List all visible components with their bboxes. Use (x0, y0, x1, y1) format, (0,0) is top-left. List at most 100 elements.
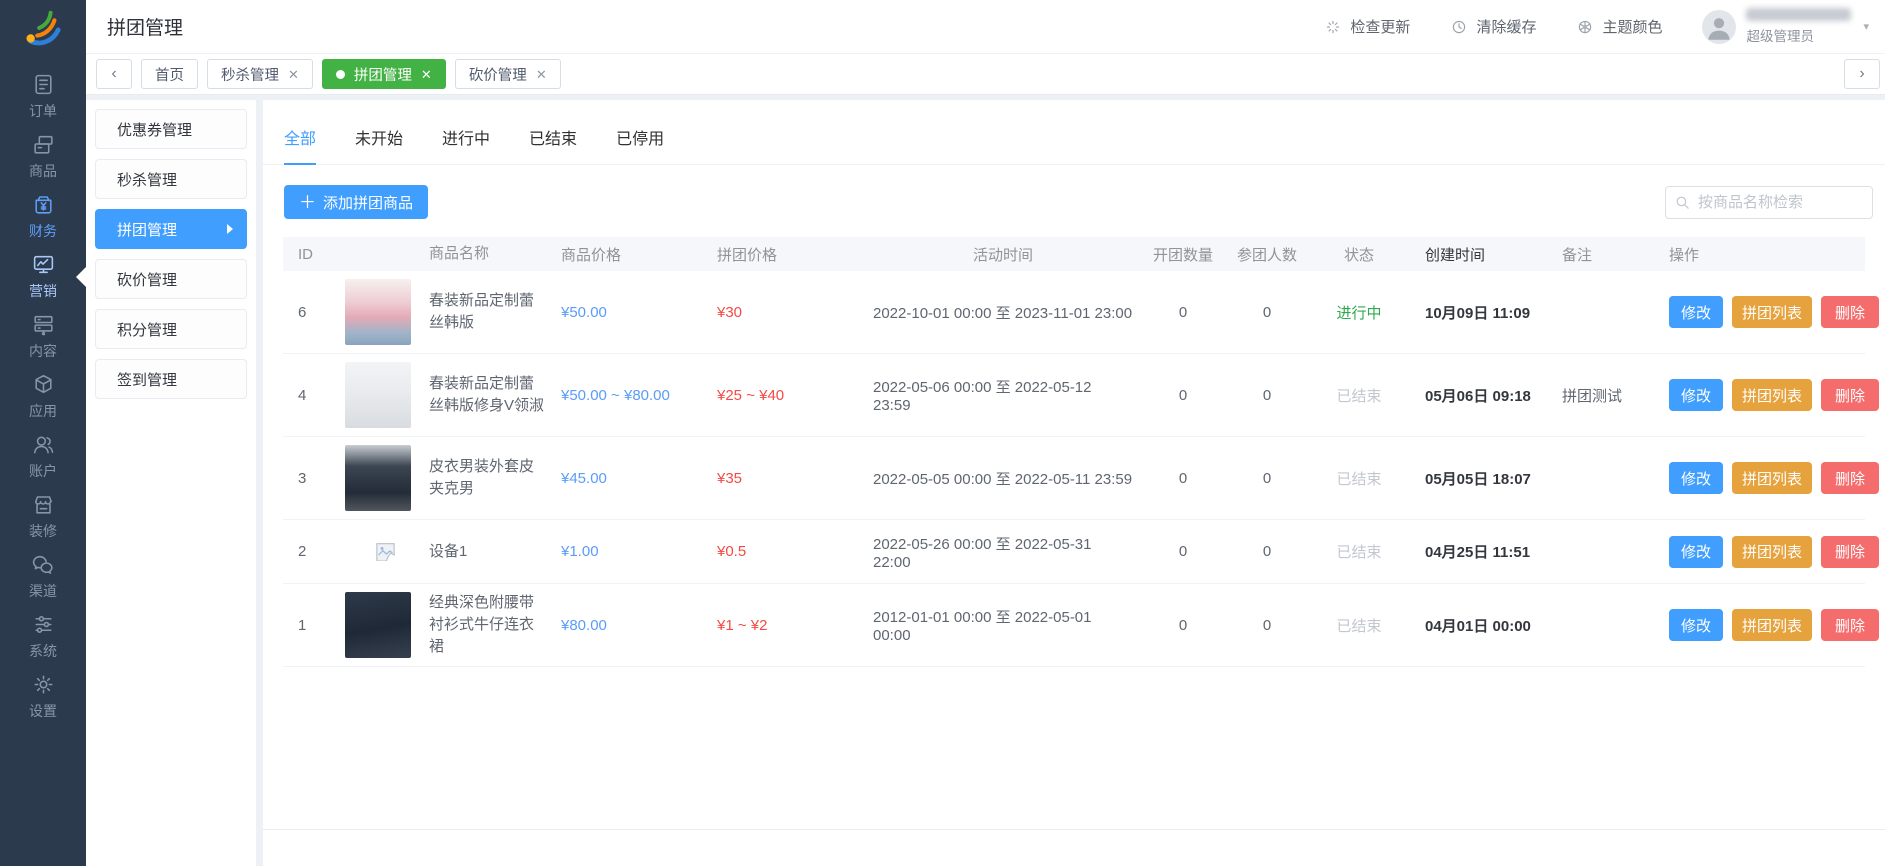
sidebar-item-应用[interactable]: 应用 (0, 366, 86, 426)
topbar-action-label: 主题颜色 (1602, 16, 1662, 37)
user-name-redacted (1746, 8, 1851, 21)
cell-status: 已结束 (1309, 385, 1409, 406)
bottom-divider (263, 829, 1885, 830)
column-header: 操作 (1655, 244, 1865, 265)
filter-tab-已停用[interactable]: 已停用 (616, 125, 664, 164)
search-input[interactable] (1665, 186, 1873, 219)
cell-group-price: ¥30 (717, 304, 873, 321)
settings-icon (31, 672, 56, 697)
sidebar-item-系统[interactable]: 系统 (0, 606, 86, 666)
cell-thumbnail (341, 542, 429, 561)
sidebar-item-label: 内容 (29, 341, 57, 361)
cell-thumbnail (341, 445, 429, 511)
filter-tab-已结束[interactable]: 已结束 (529, 125, 577, 164)
cell-join-count: 0 (1225, 304, 1309, 321)
sidebar-item-设置[interactable]: 设置 (0, 666, 86, 726)
cell-open-count: 0 (1141, 387, 1225, 404)
sidebar-item-商品[interactable]: 商品 (0, 126, 86, 186)
row-action-拼团列表-button[interactable]: 拼团列表 (1732, 609, 1812, 641)
user-menu[interactable]: 超级管理员▾ (1702, 8, 1869, 45)
row-action-拼团列表-button[interactable]: 拼团列表 (1732, 296, 1812, 328)
cell-thumbnail (341, 592, 429, 658)
row-action-删除-button[interactable]: 删除 (1821, 296, 1879, 328)
topbar-action-check-update[interactable]: 检查更新 (1324, 16, 1410, 37)
clock-icon (1450, 18, 1468, 36)
submenu-panel: 优惠券管理秒杀管理拼团管理砍价管理积分管理签到管理 (86, 100, 256, 866)
row-action-修改-button[interactable]: 修改 (1669, 462, 1723, 494)
row-action-修改-button[interactable]: 修改 (1669, 379, 1723, 411)
cell-actions: 修改拼团列表删除 (1655, 462, 1865, 494)
page-tab-label: 拼团管理 (354, 64, 412, 85)
submenu-item-优惠券管理[interactable]: 优惠券管理 (95, 109, 247, 149)
row-action-删除-button[interactable]: 删除 (1821, 536, 1879, 568)
cell-created-time: 10月09日 11:09 (1409, 302, 1545, 323)
sidebar-item-财务[interactable]: 财务 (0, 186, 86, 246)
row-action-修改-button[interactable]: 修改 (1669, 609, 1723, 641)
cell-activity-time: 2022-10-01 00:00 至 2023-11-01 23:00 (873, 302, 1141, 323)
submenu-item-label: 秒杀管理 (117, 169, 177, 190)
cell-product-price: ¥45.00 (561, 470, 717, 487)
user-role: 超级管理员 (1746, 25, 1851, 45)
cell-created-time: 04月01日 00:00 (1409, 615, 1545, 636)
sidebar-item-订单[interactable]: 订单 (0, 66, 86, 126)
tabs-scroll-left-button[interactable]: ‹ (96, 59, 132, 89)
user-meta: 超级管理员 (1746, 8, 1851, 45)
cell-activity-time: 2022-05-26 00:00 至 2022-05-31 22:00 (873, 533, 1141, 571)
sidebar-item-label: 系统 (29, 641, 57, 661)
submenu-item-label: 签到管理 (117, 369, 177, 390)
row-action-拼团列表-button[interactable]: 拼团列表 (1732, 462, 1812, 494)
groupbuy-table: ID商品名称商品价格拼团价格活动时间开团数量参团人数状态创建时间备注操作 6春装… (283, 237, 1865, 667)
submenu-item-秒杀管理[interactable]: 秒杀管理 (95, 159, 247, 199)
add-groupbuy-product-button[interactable]: ＋ 添加拼团商品 (284, 185, 428, 219)
sidebar-item-装修[interactable]: 装修 (0, 486, 86, 546)
filter-tab-未开始[interactable]: 未开始 (355, 125, 403, 164)
apps-icon (31, 372, 56, 397)
topbar-action-clear-cache[interactable]: 清除缓存 (1450, 16, 1536, 37)
page-tab-砍价管理[interactable]: 砍价管理✕ (455, 59, 561, 89)
topbar-action-theme-color[interactable]: 主题颜色 (1576, 16, 1662, 37)
cell-product-name: 春装新品定制蕾丝韩版 (429, 290, 561, 334)
product-thumbnail-broken (375, 542, 396, 561)
column-header: 参团人数 (1225, 244, 1309, 265)
sidebar-item-内容[interactable]: 内容 (0, 306, 86, 366)
filter-tab-全部[interactable]: 全部 (284, 125, 316, 164)
row-action-删除-button[interactable]: 删除 (1821, 609, 1879, 641)
status-filter-tabs: 全部未开始进行中已结束已停用 (263, 100, 1885, 165)
app-logo[interactable] (0, 0, 86, 54)
close-icon[interactable]: ✕ (421, 68, 432, 81)
row-action-修改-button[interactable]: 修改 (1669, 296, 1723, 328)
content-icon (31, 312, 56, 337)
cell-id: 2 (283, 543, 341, 560)
row-action-修改-button[interactable]: 修改 (1669, 536, 1723, 568)
submenu-item-签到管理[interactable]: 签到管理 (95, 359, 247, 399)
theme-icon (1576, 18, 1594, 36)
sidebar-item-账户[interactable]: 账户 (0, 426, 86, 486)
submenu-item-砍价管理[interactable]: 砍价管理 (95, 259, 247, 299)
page-tab-秒杀管理[interactable]: 秒杀管理✕ (207, 59, 313, 89)
close-icon[interactable]: ✕ (288, 68, 299, 81)
column-header: 备注 (1545, 244, 1655, 265)
table-row-id-6: 6春装新品定制蕾丝韩版¥50.00¥302022-10-01 00:00 至 2… (283, 271, 1865, 354)
sidebar-item-渠道[interactable]: 渠道 (0, 546, 86, 606)
cell-group-price: ¥1 ~ ¥2 (717, 617, 873, 634)
page-tab-拼团管理[interactable]: 拼团管理 ✕ (322, 59, 446, 89)
tabs-scroll-right-button[interactable]: › (1844, 59, 1880, 89)
row-action-删除-button[interactable]: 删除 (1821, 462, 1879, 494)
row-action-拼团列表-button[interactable]: 拼团列表 (1732, 379, 1812, 411)
row-action-拼团列表-button[interactable]: 拼团列表 (1732, 536, 1812, 568)
submenu-item-拼团管理[interactable]: 拼团管理 (95, 209, 247, 249)
table-row-id-3: 3皮衣男装外套皮夹克男¥45.00¥352022-05-05 00:00 至 2… (283, 437, 1865, 520)
cell-thumbnail (341, 279, 429, 345)
filter-tab-进行中[interactable]: 进行中 (442, 125, 490, 164)
page-tab-首页[interactable]: 首页 (141, 59, 198, 89)
cell-product-price: ¥50.00 ~ ¥80.00 (561, 387, 717, 404)
row-action-删除-button[interactable]: 删除 (1821, 379, 1879, 411)
product-thumbnail (345, 279, 411, 345)
cell-product-name: 春装新品定制蕾丝韩版修身V领淑 (429, 373, 561, 417)
sidebar-item-营销[interactable]: 营销 (0, 246, 86, 306)
cell-status: 进行中 (1309, 302, 1409, 323)
close-icon[interactable]: ✕ (536, 68, 547, 81)
account-icon (31, 432, 56, 457)
submenu-item-积分管理[interactable]: 积分管理 (95, 309, 247, 349)
cell-product-name: 皮衣男装外套皮夹克男 (429, 456, 561, 500)
